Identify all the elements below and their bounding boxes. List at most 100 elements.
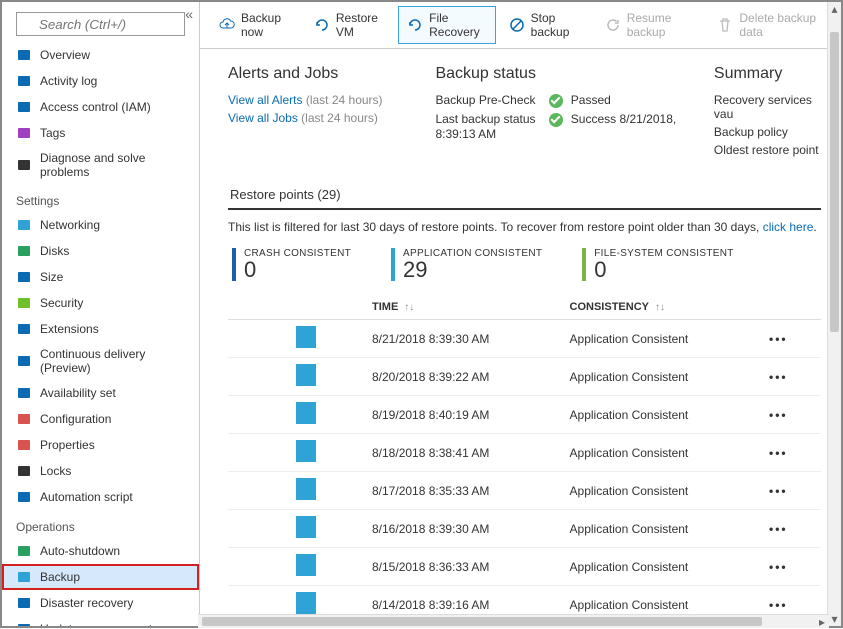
table-row[interactable]: 8/18/2018 8:38:41 AMApplication Consiste… (228, 434, 821, 472)
row-more-button[interactable]: ••• (769, 522, 788, 536)
disks-icon (16, 243, 32, 259)
row-more-button[interactable]: ••• (769, 408, 788, 422)
main-panel: Backup now Restore VM File Recovery Stop… (200, 2, 841, 626)
update-icon (16, 621, 32, 626)
table-row[interactable]: 8/19/2018 8:40:19 AMApplication Consiste… (228, 396, 821, 434)
backup-now-button[interactable]: Backup now (210, 6, 301, 44)
ext-icon (16, 321, 32, 337)
sidebar-item-tags[interactable]: Tags (2, 120, 199, 146)
precheck-label: Backup Pre-Check (435, 93, 545, 107)
scroll-up-icon[interactable]: ▴ (828, 2, 841, 16)
monitor-icon (16, 47, 32, 63)
dr-icon (16, 595, 32, 611)
horizontal-scrollbar[interactable]: ◂ ▸ (198, 614, 829, 628)
toolbar-label: Backup now (241, 11, 292, 39)
sidebar-item-label: Diagnose and solve problems (40, 151, 185, 179)
sidebar-item-networking[interactable]: Networking (2, 212, 199, 238)
col-time[interactable]: TIME↑↓ (364, 295, 562, 320)
scroll-thumb[interactable] (830, 32, 839, 332)
restore-vm-button[interactable]: Restore VM (305, 6, 394, 44)
sidebar-section-title: Settings (2, 184, 199, 212)
toolbar-label: File Recovery (429, 11, 487, 39)
sidebar-item-disks[interactable]: Disks (2, 238, 199, 264)
sidebar-item-activity-log[interactable]: Activity log (2, 68, 199, 94)
stop-backup-button[interactable]: Stop backup (500, 6, 592, 44)
consistency-bar-icon (296, 592, 316, 614)
lock-icon (16, 463, 32, 479)
toolbar-label: Stop backup (531, 11, 583, 39)
table-row[interactable]: 8/20/2018 8:39:22 AMApplication Consiste… (228, 358, 821, 396)
table-row[interactable]: 8/15/2018 8:36:33 AMApplication Consiste… (228, 548, 821, 586)
cell-consistency: Application Consistent (562, 358, 761, 396)
sidebar-item-diagnose-and-solve-problems[interactable]: Diagnose and solve problems (2, 146, 199, 184)
scroll-down-icon[interactable]: ▾ (828, 612, 841, 626)
tag-icon (16, 125, 32, 141)
sidebar-item-backup[interactable]: Backup (2, 564, 199, 590)
cell-time: 8/18/2018 8:38:41 AM (364, 434, 562, 472)
file-recovery-button[interactable]: File Recovery (398, 6, 496, 44)
consistency-bar-icon (296, 364, 316, 386)
avail-icon (16, 385, 32, 401)
row-more-button[interactable]: ••• (769, 370, 788, 384)
undo-icon (314, 17, 330, 33)
last-backup-label: Last backup status (435, 112, 545, 126)
sidebar-item-label: Properties (40, 438, 95, 452)
sidebar-section-title: Operations (2, 510, 199, 538)
log-icon (16, 73, 32, 89)
sidebar-item-label: Access control (IAM) (40, 100, 151, 114)
undo-icon (407, 17, 423, 33)
row-more-button[interactable]: ••• (769, 446, 788, 460)
scroll-right-icon[interactable]: ▸ (815, 615, 829, 628)
toolbar-label: Delete backup data (739, 11, 822, 39)
sidebar-item-configuration[interactable]: Configuration (2, 406, 199, 432)
cell-time: 8/19/2018 8:40:19 AM (364, 396, 562, 434)
sidebar-item-size[interactable]: Size (2, 264, 199, 290)
table-row[interactable]: 8/17/2018 8:35:33 AMApplication Consiste… (228, 472, 821, 510)
sidebar: « OverviewActivity logAccess control (IA… (2, 2, 200, 626)
sidebar-item-overview[interactable]: Overview (2, 42, 199, 68)
sidebar-item-extensions[interactable]: Extensions (2, 316, 199, 342)
jobs-suffix: (last 24 hours) (301, 111, 378, 125)
sidebar-item-update-management[interactable]: Update management (2, 616, 199, 626)
vertical-scrollbar[interactable]: ▴ ▾ (827, 2, 841, 626)
cell-time: 8/17/2018 8:35:33 AM (364, 472, 562, 510)
table-row[interactable]: 8/21/2018 8:39:30 AMApplication Consiste… (228, 320, 821, 358)
sidebar-item-automation-script[interactable]: Automation script (2, 484, 199, 510)
search-input[interactable] (16, 12, 185, 36)
row-more-button[interactable]: ••• (769, 484, 788, 498)
counter-value: 0 (244, 259, 351, 281)
sidebar-item-label: Extensions (40, 322, 99, 336)
sidebar-item-access-control-iam-[interactable]: Access control (IAM) (2, 94, 199, 120)
cell-time: 8/15/2018 8:36:33 AM (364, 548, 562, 586)
row-more-button[interactable]: ••• (769, 560, 788, 574)
cd-icon (16, 353, 32, 369)
restore-points-header: Restore points (29) (228, 181, 343, 210)
counter-label: CRASH CONSISTENT (244, 248, 351, 259)
sidebar-item-continuous-delivery-preview-[interactable]: Continuous delivery (Preview) (2, 342, 199, 380)
view-all-jobs-link[interactable]: View all Jobs (228, 111, 298, 125)
sidebar-item-disaster-recovery[interactable]: Disaster recovery (2, 590, 199, 616)
check-icon (549, 113, 563, 127)
sidebar-item-security[interactable]: Security (2, 290, 199, 316)
sidebar-item-auto-shutdown[interactable]: Auto-shutdown (2, 538, 199, 564)
sidebar-item-availability-set[interactable]: Availability set (2, 380, 199, 406)
cell-consistency: Application Consistent (562, 396, 761, 434)
cell-consistency: Application Consistent (562, 320, 761, 358)
config-icon (16, 411, 32, 427)
view-all-alerts-link[interactable]: View all Alerts (228, 93, 302, 107)
sidebar-item-properties[interactable]: Properties (2, 432, 199, 458)
click-here-link[interactable]: click here (763, 220, 814, 234)
trash-icon (717, 17, 733, 33)
alerts-title: Alerts and Jobs (228, 65, 405, 83)
row-more-button[interactable]: ••• (769, 332, 788, 346)
row-more-button[interactable]: ••• (769, 598, 788, 612)
sidebar-item-locks[interactable]: Locks (2, 458, 199, 484)
consistency-bar-icon (296, 516, 316, 538)
scroll-thumb[interactable] (202, 617, 762, 626)
sidebar-item-label: Security (40, 296, 83, 310)
col-consistency[interactable]: CONSISTENCY↑↓ (562, 295, 761, 320)
table-row[interactable]: 8/16/2018 8:39:30 AMApplication Consiste… (228, 510, 821, 548)
backup-icon (16, 569, 32, 585)
counter-label: FILE-SYSTEM CONSISTENT (594, 248, 733, 259)
wrench-icon (16, 157, 32, 173)
